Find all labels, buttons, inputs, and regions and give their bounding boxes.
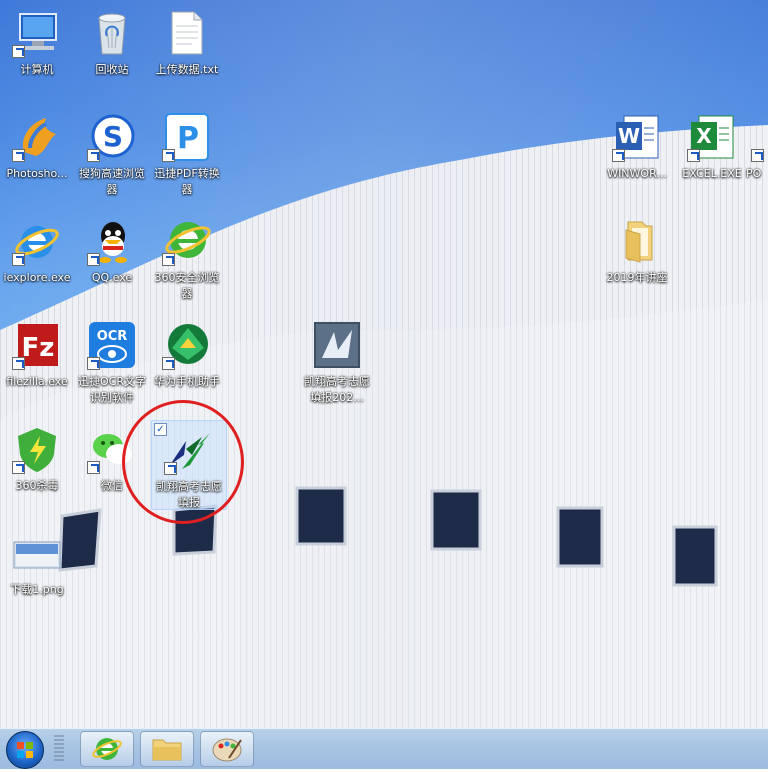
- huawei-assistant-icon: [162, 320, 212, 370]
- shortcut-arrow-icon: [87, 149, 100, 162]
- ie-icon: [92, 738, 122, 760]
- taskbar-paint-button[interactable]: [200, 731, 254, 767]
- desktop-icon-iexplore[interactable]: iexplore.exe: [0, 216, 74, 286]
- icon-label: 迅捷OCR文字识别软件: [78, 375, 146, 404]
- icon-label: 360杀毒: [15, 479, 59, 492]
- icon-label: 凯翔高考志愿填报202...: [304, 375, 370, 404]
- shortcut-arrow-icon: [162, 149, 175, 162]
- 360-antivirus-icon: [12, 424, 62, 474]
- desktop-icon-winword[interactable]: W WINWOR...: [600, 112, 674, 182]
- shortcut-arrow-icon: [87, 357, 100, 370]
- powerpoint-icon: [745, 112, 768, 162]
- shortcut-arrow-icon: [162, 357, 175, 370]
- desktop-icon-360-antivirus[interactable]: 360杀毒: [0, 424, 74, 494]
- icon-label: 回收站: [95, 63, 129, 76]
- recycle-bin-icon: [87, 8, 137, 58]
- taskbar: [0, 728, 768, 769]
- icon-label: Photosho...: [6, 167, 68, 180]
- desktop-icon-image-file[interactable]: 下载1.png: [0, 528, 74, 598]
- icon-label: PO: [746, 167, 762, 180]
- filezilla-icon: Fz: [12, 320, 62, 370]
- desktop-icon-pdf-converter[interactable]: P 迅捷PDF转换器: [150, 112, 224, 198]
- annotation-red-circle: [122, 400, 244, 524]
- taskbar-grip[interactable]: [54, 735, 64, 763]
- text-file-icon: [162, 8, 212, 58]
- word-icon: W: [612, 112, 662, 162]
- icon-label: 360安全浏览器: [154, 271, 220, 300]
- pdf-converter-icon: P: [162, 112, 212, 162]
- icon-label: 下载1.png: [10, 583, 64, 596]
- icon-label: 计算机: [20, 63, 54, 76]
- desktop-icon-text-file[interactable]: 上传数据.txt: [150, 8, 224, 78]
- windows-start-icon: [17, 742, 33, 758]
- paint-icon: [212, 738, 242, 762]
- icon-label: filezilla.exe: [6, 375, 68, 388]
- desktop-icon-photoshop[interactable]: Photosho...: [0, 112, 74, 182]
- svg-text:OCR: OCR: [97, 329, 128, 344]
- folder-icon: [612, 216, 662, 266]
- svg-text:X: X: [696, 124, 712, 148]
- taskbar-explorer-button[interactable]: [140, 731, 194, 767]
- desktop-icon-ocr[interactable]: OCR 迅捷OCR文字识别软件: [75, 320, 149, 406]
- computer-icon: [12, 8, 62, 58]
- icon-label: WINWOR...: [607, 167, 667, 180]
- photoshop-icon: [12, 112, 62, 162]
- svg-text:Fz: Fz: [22, 333, 55, 363]
- desktop-icon-qq[interactable]: QQ.exe: [75, 216, 149, 286]
- shortcut-arrow-icon: [612, 149, 625, 162]
- image-file-icon: [12, 528, 62, 578]
- desktop-icon-filezilla[interactable]: Fz filezilla.exe: [0, 320, 74, 390]
- shortcut-arrow-icon: [12, 149, 25, 162]
- app-icon: [312, 320, 362, 370]
- ocr-icon: OCR: [87, 320, 137, 370]
- sogou-browser-icon: S: [87, 112, 137, 162]
- folder-icon: [152, 739, 182, 761]
- icon-label: 2019年讲座: [606, 271, 668, 284]
- shortcut-arrow-icon: [12, 357, 25, 370]
- shortcut-arrow-icon: [87, 253, 100, 266]
- icon-label: EXCEL.EXE: [682, 167, 742, 180]
- shortcut-arrow-icon: [751, 149, 764, 162]
- svg-text:P: P: [177, 121, 199, 156]
- icon-label: QQ.exe: [91, 271, 133, 284]
- shortcut-arrow-icon: [12, 253, 25, 266]
- 360-browser-icon: [162, 216, 212, 266]
- desktop-icon-computer[interactable]: 计算机: [0, 8, 74, 78]
- desktop-icon-kaixiang-2020[interactable]: 凯翔高考志愿填报202...: [300, 320, 374, 406]
- excel-icon: X: [687, 112, 737, 162]
- icon-label: iexplore.exe: [3, 271, 71, 284]
- shortcut-arrow-icon: [687, 149, 700, 162]
- shortcut-arrow-icon: [87, 461, 100, 474]
- shortcut-arrow-icon: [162, 253, 175, 266]
- desktop-icon-powerpoint[interactable]: PO: [745, 112, 768, 182]
- desktop-icon-sogou-browser[interactable]: S 搜狗高速浏览器: [75, 112, 149, 198]
- icon-label: 搜狗高速浏览器: [79, 167, 145, 196]
- desktop-icon-huawei-assistant[interactable]: 华为手机助手: [150, 320, 224, 390]
- shortcut-arrow-icon: [12, 45, 25, 58]
- svg-text:S: S: [103, 120, 123, 153]
- icon-label: 迅捷PDF转换器: [154, 167, 220, 196]
- desktop-icon-360-browser[interactable]: 360安全浏览器: [150, 216, 224, 302]
- icon-label: 上传数据.txt: [155, 63, 219, 76]
- desktop-icon-recycle-bin[interactable]: 回收站: [75, 8, 149, 78]
- desktop-icon-excel[interactable]: X EXCEL.EXE: [675, 112, 749, 182]
- taskbar-ie-button[interactable]: [80, 731, 134, 767]
- desktop-icon-folder-2019[interactable]: 2019年讲座: [600, 216, 674, 286]
- svg-text:W: W: [618, 124, 640, 148]
- qq-icon: [87, 216, 137, 266]
- ie-icon: [12, 216, 62, 266]
- icon-label: 华为手机助手: [154, 375, 220, 388]
- desktop[interactable]: 计算机 Photosho... iexplore.exe Fz filezill…: [0, 0, 768, 728]
- start-button[interactable]: [6, 731, 44, 769]
- shortcut-arrow-icon: [12, 461, 25, 474]
